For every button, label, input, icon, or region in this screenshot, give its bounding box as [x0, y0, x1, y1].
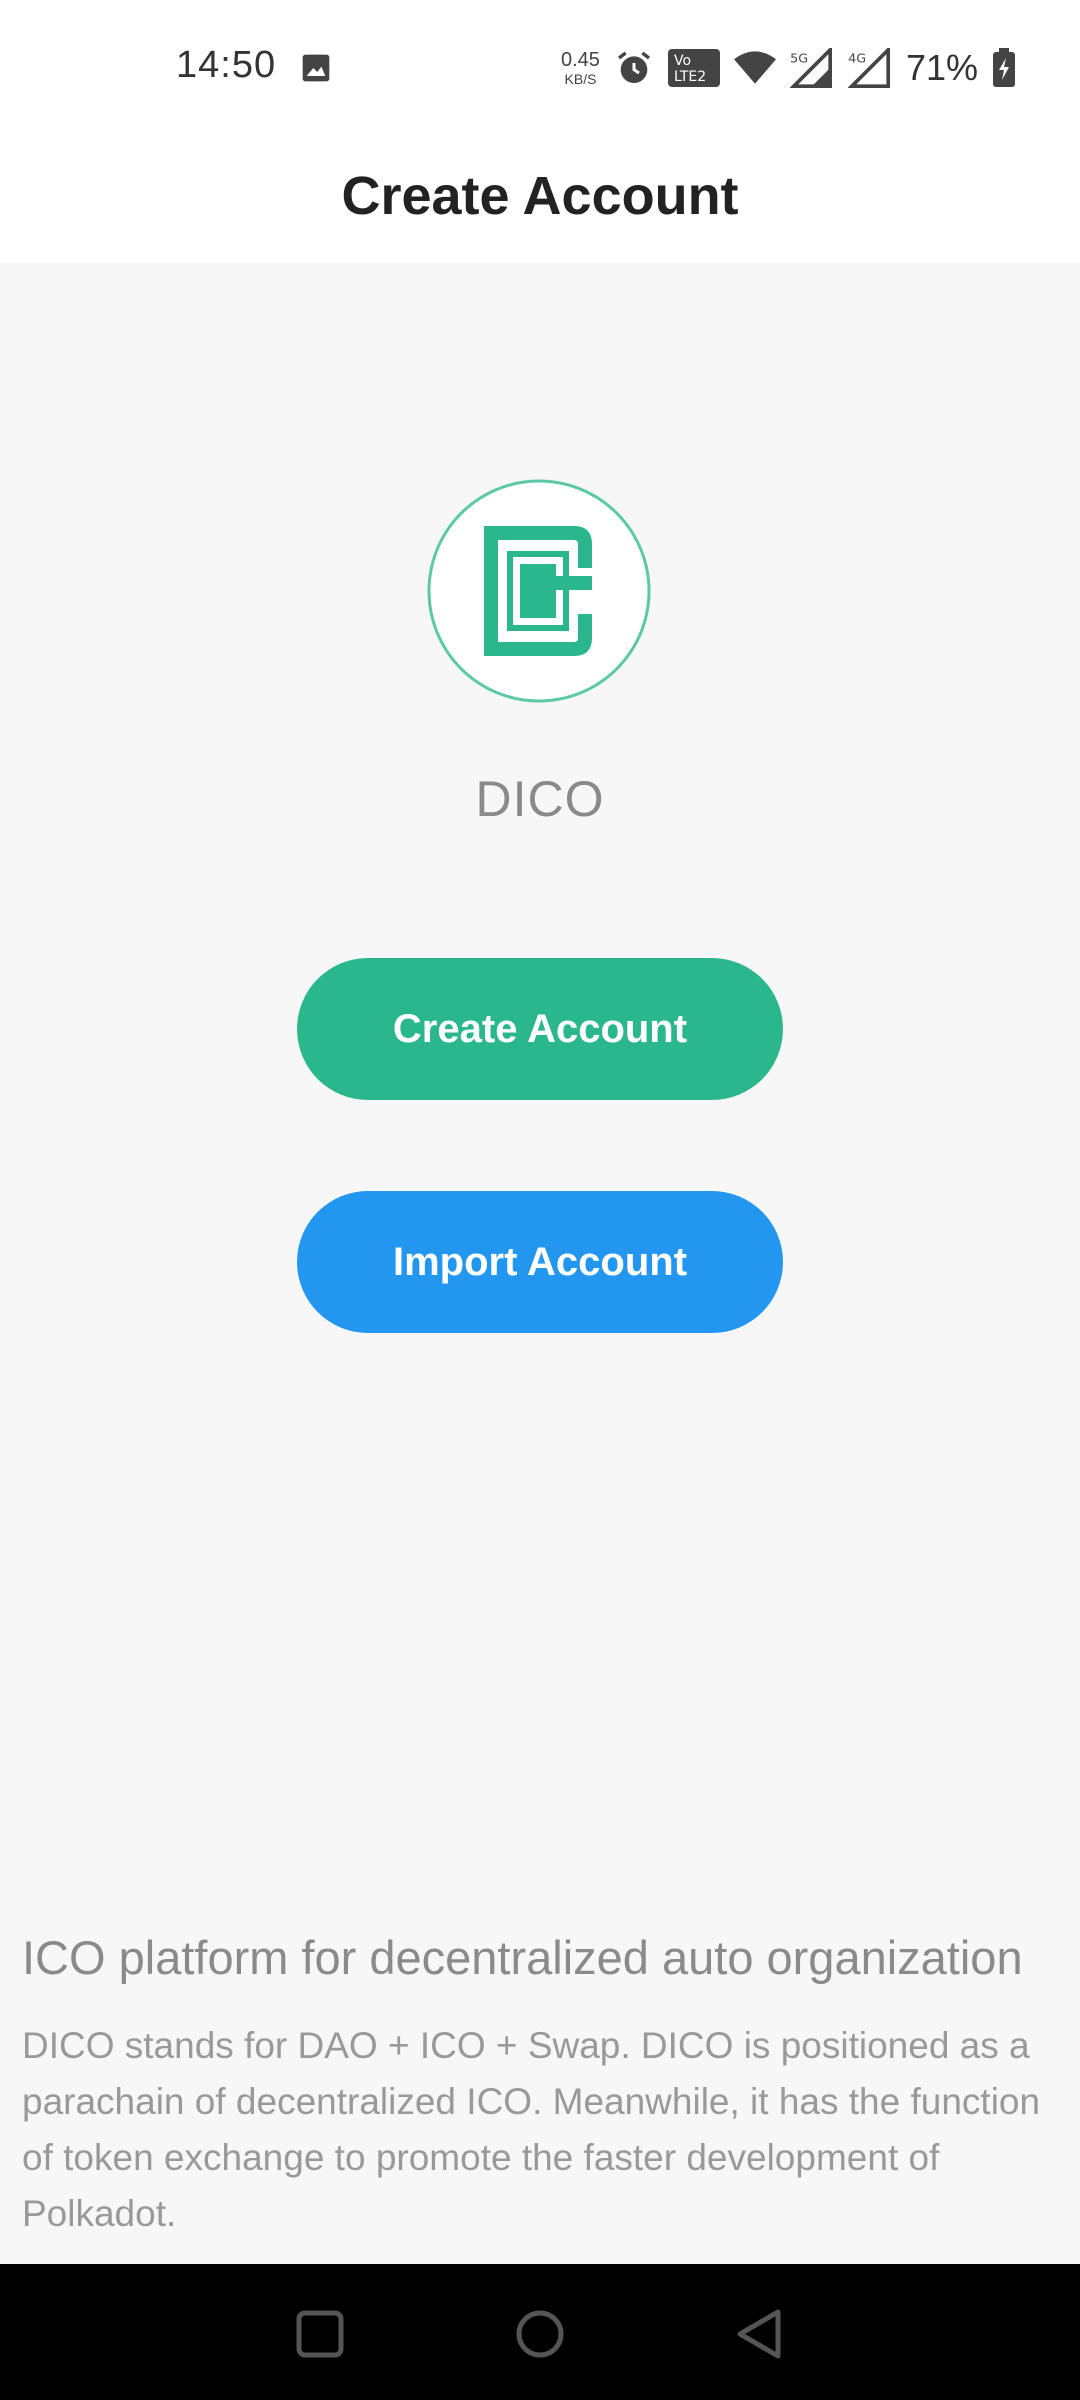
- svg-text:5G: 5G: [790, 51, 808, 66]
- dico-logo-icon: [427, 479, 651, 703]
- net-speed: 0.45 KB/S: [561, 50, 600, 86]
- svg-text:Vo: Vo: [674, 53, 691, 69]
- home-icon[interactable]: [510, 2304, 570, 2364]
- page-title: Create Account: [341, 166, 739, 226]
- volte-icon: Vo LTE2: [667, 49, 720, 87]
- wifi-icon: [733, 51, 776, 84]
- description-body: DICO stands for DAO + ICO + Swap. DICO i…: [22, 2025, 1041, 2234]
- signal-5g-icon: 5G: [789, 48, 832, 88]
- svg-text:LTE2: LTE2: [674, 69, 706, 85]
- import-account-button[interactable]: Import Account: [297, 1191, 783, 1333]
- net-speed-value: 0.45: [561, 49, 600, 71]
- svg-text:4G: 4G: [848, 51, 866, 66]
- recent-apps-icon[interactable]: [290, 2304, 350, 2364]
- app-name: DICO: [475, 771, 605, 827]
- status-time: 14:50: [176, 44, 277, 86]
- app-header: Create Account: [0, 130, 1080, 262]
- alarm-icon: [617, 51, 650, 83]
- gallery-icon: [302, 54, 330, 82]
- status-icons: 0.45 KB/S Vo LTE2 5G 4G 71%: [561, 44, 1016, 92]
- signal-4g-icon: 4G: [847, 48, 890, 88]
- battery-percent: 71%: [905, 47, 978, 88]
- back-icon[interactable]: [730, 2304, 790, 2364]
- net-speed-unit: KB/S: [564, 71, 597, 87]
- description-title: ICO platform for decentralized auto orga…: [22, 1931, 1023, 1984]
- status-bar: 14:50 0.45 KB/S Vo LTE2 5G 4G 71%: [0, 0, 1080, 130]
- create-account-button[interactable]: Create Account: [297, 958, 783, 1100]
- navigation-bar: [0, 2264, 1080, 2400]
- battery-charging-icon: [993, 48, 1015, 87]
